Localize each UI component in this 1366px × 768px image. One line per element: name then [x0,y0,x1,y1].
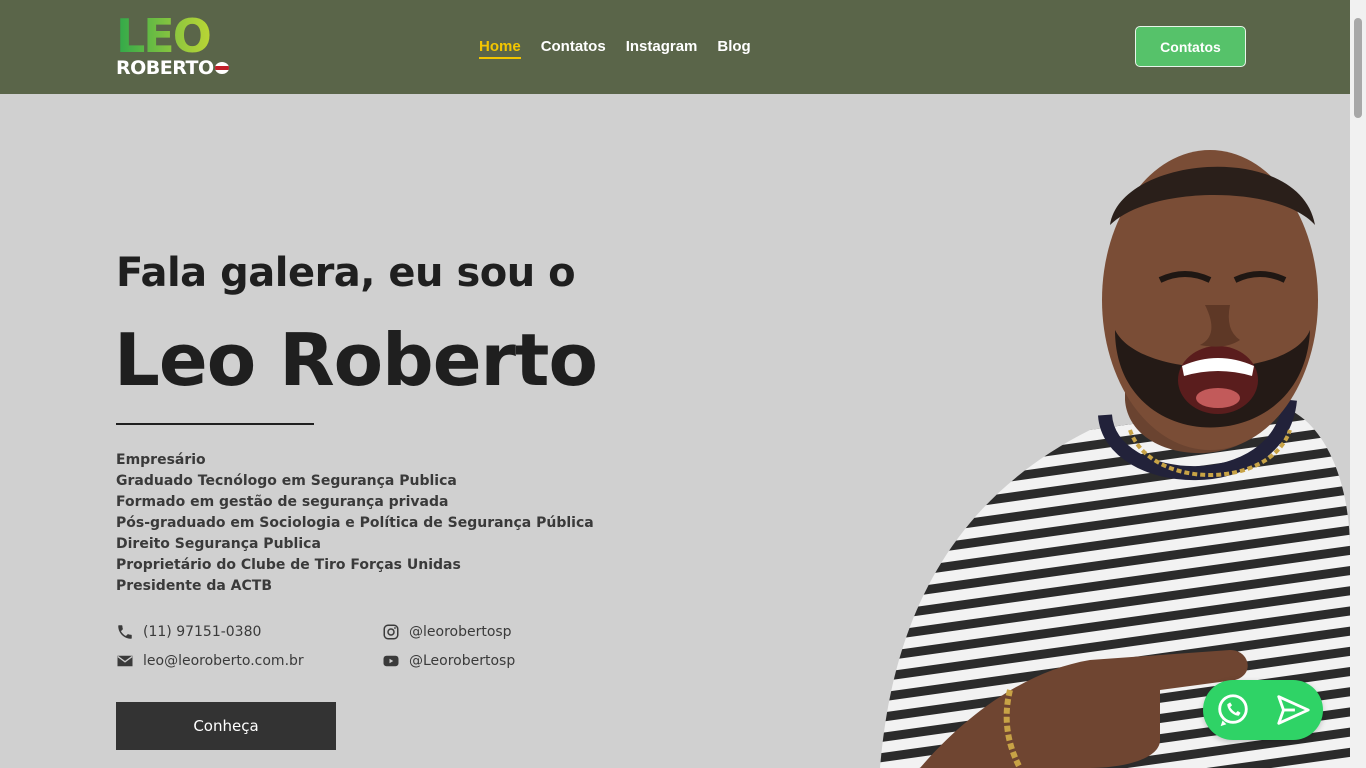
nav-item-home[interactable]: Home [479,38,521,59]
conheca-button[interactable]: Conheça [116,702,336,750]
youtube-icon [383,655,399,667]
bio-item: Presidente da ACTB [116,578,273,594]
contact-youtube[interactable]: @Leorobertosp [382,652,515,670]
logo-text-top: LEO [116,13,246,59]
bio-item: Empresário [116,452,206,468]
whatsapp-icon[interactable] [1214,691,1252,729]
logo[interactable]: LEO ROBERTO [116,13,246,80]
contact-email[interactable]: leo@leoroberto.com.br [116,652,304,670]
phone-icon [118,625,132,639]
page-scrollbar[interactable] [1350,0,1366,768]
contact-email-text: leo@leoroberto.com.br [143,653,304,669]
hero-divider [116,423,314,425]
bio-item: Graduado Tecnólogo em Segurança Publica [116,473,457,489]
portrait-image [880,150,1350,768]
contact-instagram[interactable]: @leorobertosp [382,623,512,641]
bio-item: Proprietário do Clube de Tiro Forças Uni… [116,557,461,573]
bio-list: Empresário Graduado Tecnólogo em Seguran… [116,450,594,597]
logo-text-bottom: ROBERTO [116,58,246,78]
contact-youtube-text: @Leorobertosp [409,653,516,669]
site-header: LEO ROBERTO Home Contatos Instagram Blog… [0,0,1350,94]
contact-phone[interactable]: (11) 97151-0380 [116,623,261,641]
instagram-icon [383,624,399,640]
whatsapp-widget[interactable] [1203,680,1323,740]
bio-item: Pós-graduado em Sociologia e Política de… [116,515,594,531]
send-icon[interactable] [1274,691,1312,729]
logo-bottom-label: ROBERTO [116,57,214,79]
nav-item-blog[interactable]: Blog [717,38,750,59]
contact-phone-text: (11) 97151-0380 [143,624,262,640]
bio-item: Direito Segurança Publica [116,536,321,552]
logo-flag-icon [214,62,229,74]
contatos-button[interactable]: Contatos [1135,26,1246,67]
contact-instagram-text: @leorobertosp [409,624,512,640]
nav-item-instagram[interactable]: Instagram [626,38,698,59]
mail-icon [117,655,133,667]
bio-item: Formado em gestão de segurança privada [116,494,449,510]
hero-greeting: Fala galera, eu sou o [116,250,576,296]
hero-name: Leo Roberto [114,318,598,402]
nav-item-contatos[interactable]: Contatos [541,38,606,59]
scrollbar-thumb[interactable] [1354,18,1362,118]
main-nav: Home Contatos Instagram Blog [479,38,751,59]
